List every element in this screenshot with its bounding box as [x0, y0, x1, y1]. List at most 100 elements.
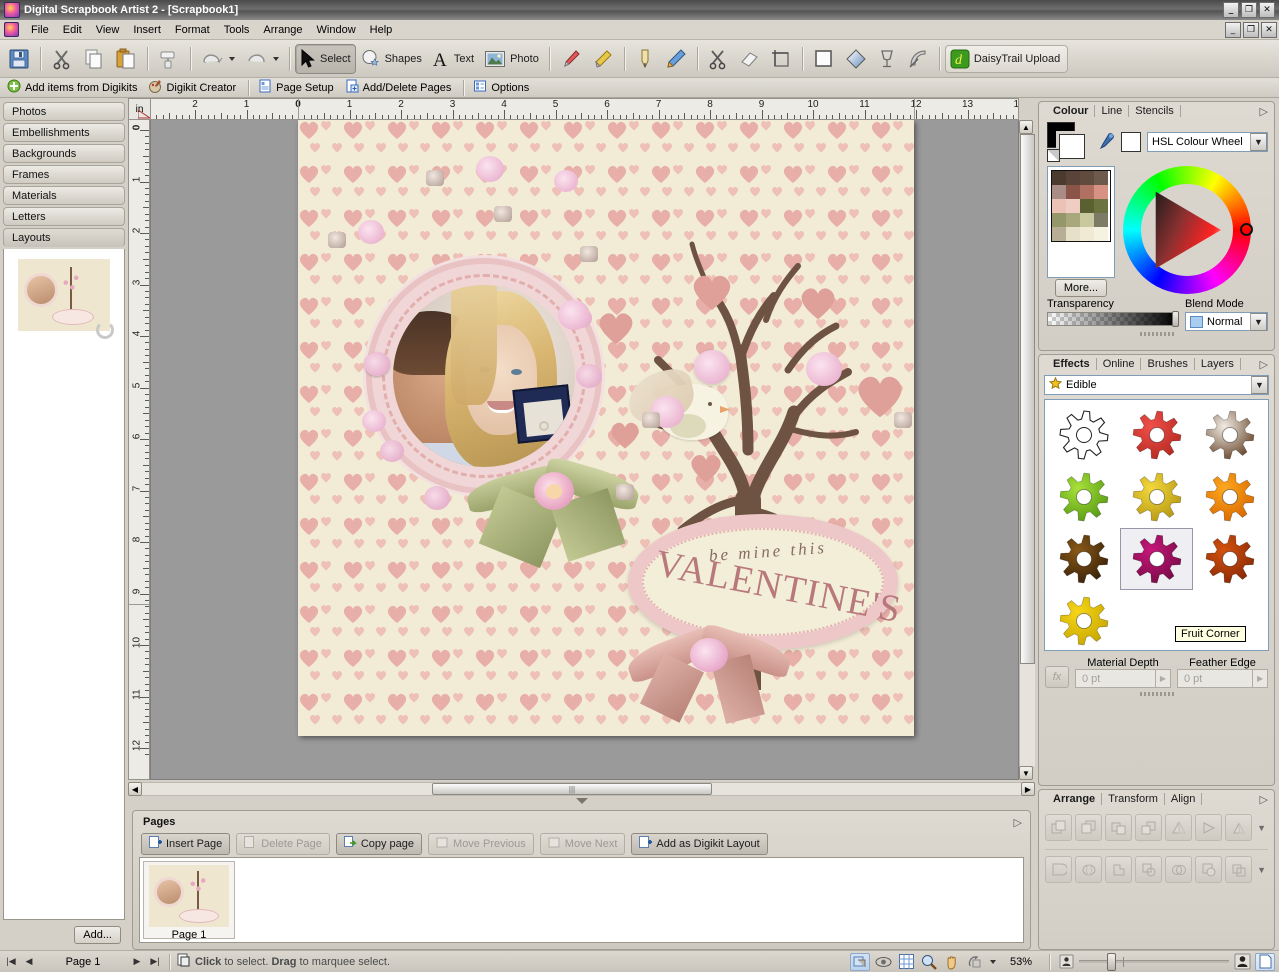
- tab-effects[interactable]: Effects: [1047, 358, 1097, 370]
- scroll-up-button[interactable]: ▲: [1019, 120, 1033, 134]
- more-colours-button[interactable]: More...: [1054, 279, 1108, 297]
- material-depth-input[interactable]: 0 pt ▶: [1075, 669, 1171, 688]
- material-depth-stepper[interactable]: ▶: [1154, 670, 1170, 687]
- colour-palette[interactable]: [1047, 166, 1115, 278]
- digikit-creator-button[interactable]: Digikit Creator: [144, 77, 243, 98]
- feather-edge-stepper[interactable]: ▶: [1252, 670, 1267, 687]
- colour-wheel-ring[interactable]: [1123, 166, 1253, 294]
- combine-button[interactable]: [1105, 856, 1132, 883]
- undo-button[interactable]: [196, 44, 240, 74]
- palette-swatch[interactable]: [1094, 227, 1108, 241]
- palette-swatch[interactable]: [1052, 227, 1066, 241]
- tab-line[interactable]: Line: [1095, 105, 1130, 117]
- palette-swatch[interactable]: [1080, 171, 1094, 185]
- layout-thumbnail[interactable]: [18, 259, 114, 339]
- sidebar-item-frames[interactable]: Frames: [3, 165, 125, 184]
- hscroll-thumb[interactable]: |||: [432, 783, 712, 795]
- tab-stencils[interactable]: Stencils: [1129, 105, 1181, 117]
- sidebar-item-embellishments[interactable]: Embellishments: [3, 123, 125, 142]
- effect-item[interactable]: [1047, 590, 1120, 652]
- subtract-button[interactable]: [1195, 856, 1222, 883]
- page-sheet[interactable]: be mine this VALENTINE'S: [298, 120, 914, 736]
- crop-tool-button[interactable]: [765, 44, 797, 74]
- palette-swatch[interactable]: [1094, 185, 1108, 199]
- group-button[interactable]: [1045, 856, 1072, 883]
- foreground-colour-swatch[interactable]: [1059, 134, 1085, 159]
- effect-item[interactable]: [1047, 466, 1120, 528]
- ungroup-button[interactable]: [1075, 856, 1102, 883]
- tab-layers[interactable]: Layers: [1195, 358, 1241, 370]
- zoom-slider-handle[interactable]: [1107, 953, 1116, 971]
- paintbrush-tool-button[interactable]: [555, 44, 587, 74]
- effect-item[interactable]: [1193, 466, 1266, 528]
- couple-photo[interactable]: [393, 285, 575, 467]
- palette-swatch[interactable]: [1052, 199, 1066, 213]
- feather-edge-input[interactable]: 0 pt ▶: [1176, 669, 1269, 688]
- palette-swatch[interactable]: [1066, 213, 1080, 227]
- pages-list[interactable]: Page 1: [139, 857, 1024, 943]
- document-icon[interactable]: [4, 22, 19, 37]
- menu-view[interactable]: View: [89, 22, 127, 38]
- blend-mode-select[interactable]: Normal ▼: [1185, 312, 1268, 331]
- flip-horizontal-button[interactable]: [1225, 814, 1252, 841]
- sidebar-item-backgrounds[interactable]: Backgrounds: [3, 144, 125, 163]
- chevron-down-icon[interactable]: ▼: [1250, 313, 1267, 331]
- mdi-restore-button[interactable]: ❐: [1243, 22, 1259, 38]
- rotate-button[interactable]: [1195, 814, 1222, 841]
- undo-dropdown-arrow[interactable]: [229, 56, 235, 61]
- palette-swatch[interactable]: [1080, 213, 1094, 227]
- canvas[interactable]: be mine this VALENTINE'S: [150, 120, 1019, 780]
- effect-item[interactable]: [1120, 404, 1193, 466]
- shapes-tool-button[interactable]: Shapes: [356, 44, 427, 74]
- close-button[interactable]: ✕: [1259, 2, 1275, 18]
- panel-resize-handle[interactable]: [128, 798, 1035, 806]
- mdi-minimize-button[interactable]: _: [1225, 22, 1241, 38]
- save-button[interactable]: [3, 44, 35, 74]
- bring-to-front-button[interactable]: [1045, 814, 1072, 841]
- scroll-down-button[interactable]: ▼: [1019, 766, 1033, 780]
- pen-tool-button[interactable]: [630, 44, 660, 74]
- pink-ribbon-bow[interactable]: [623, 594, 814, 724]
- palette-swatch[interactable]: [1080, 227, 1094, 241]
- menu-insert[interactable]: Insert: [126, 22, 168, 38]
- add-as-digikit-layout-button[interactable]: Add as Digikit Layout: [631, 833, 768, 855]
- text-tool-button[interactable]: A Text: [427, 44, 479, 74]
- intersect-button[interactable]: [1165, 856, 1192, 883]
- restore-button[interactable]: ❐: [1241, 2, 1257, 18]
- horizontal-scrollbar[interactable]: ◀ ||| ▶: [128, 780, 1035, 798]
- eraser-tool-button[interactable]: [733, 44, 765, 74]
- palette-swatch[interactable]: [1052, 185, 1066, 199]
- menu-edit[interactable]: Edit: [56, 22, 89, 38]
- sidebar-item-materials[interactable]: Materials: [3, 186, 125, 205]
- pages-panel-expand-arrow[interactable]: ▷: [1014, 816, 1022, 829]
- scroll-right-button[interactable]: ▶: [1021, 782, 1035, 796]
- flood-fill-tool-button[interactable]: [587, 44, 619, 74]
- sidebar-item-letters[interactable]: Letters: [3, 207, 125, 226]
- photo-tool-button[interactable]: Photo: [479, 44, 544, 74]
- effect-item[interactable]: [1047, 528, 1120, 590]
- copy-page-button[interactable]: Copy page: [335, 833, 423, 855]
- chevron-down-icon[interactable]: ▼: [1250, 133, 1267, 151]
- palette-swatch[interactable]: [1080, 199, 1094, 213]
- panel-grip[interactable]: [1139, 692, 1174, 696]
- fill-tool-button[interactable]: [840, 44, 872, 74]
- palette-swatch[interactable]: [1094, 171, 1108, 185]
- sidebar-item-layouts[interactable]: Layouts: [3, 228, 125, 247]
- effects-gallery[interactable]: Fruit Corner: [1044, 399, 1269, 651]
- eyedropper-icon[interactable]: [1097, 132, 1115, 152]
- effects-category-select[interactable]: Edible ▼: [1044, 375, 1269, 395]
- add-delete-pages-button[interactable]: Add/Delete Pages: [341, 77, 459, 98]
- arrange-panel-expand-arrow[interactable]: ▷: [1260, 793, 1268, 806]
- palette-swatch[interactable]: [1094, 213, 1108, 227]
- options-button[interactable]: Options: [469, 77, 536, 98]
- cut-button[interactable]: [46, 44, 78, 74]
- insert-page-button[interactable]: Insert Page: [141, 833, 231, 855]
- colour-mode-select[interactable]: HSL Colour Wheel ▼: [1147, 132, 1268, 152]
- palette-swatch[interactable]: [1066, 199, 1080, 213]
- palette-swatch[interactable]: [1066, 171, 1080, 185]
- menu-window[interactable]: Window: [310, 22, 363, 38]
- menu-format[interactable]: Format: [168, 22, 217, 38]
- layouts-gallery[interactable]: [3, 249, 125, 920]
- redo-dropdown-arrow[interactable]: [273, 56, 279, 61]
- menu-arrange[interactable]: Arrange: [256, 22, 309, 38]
